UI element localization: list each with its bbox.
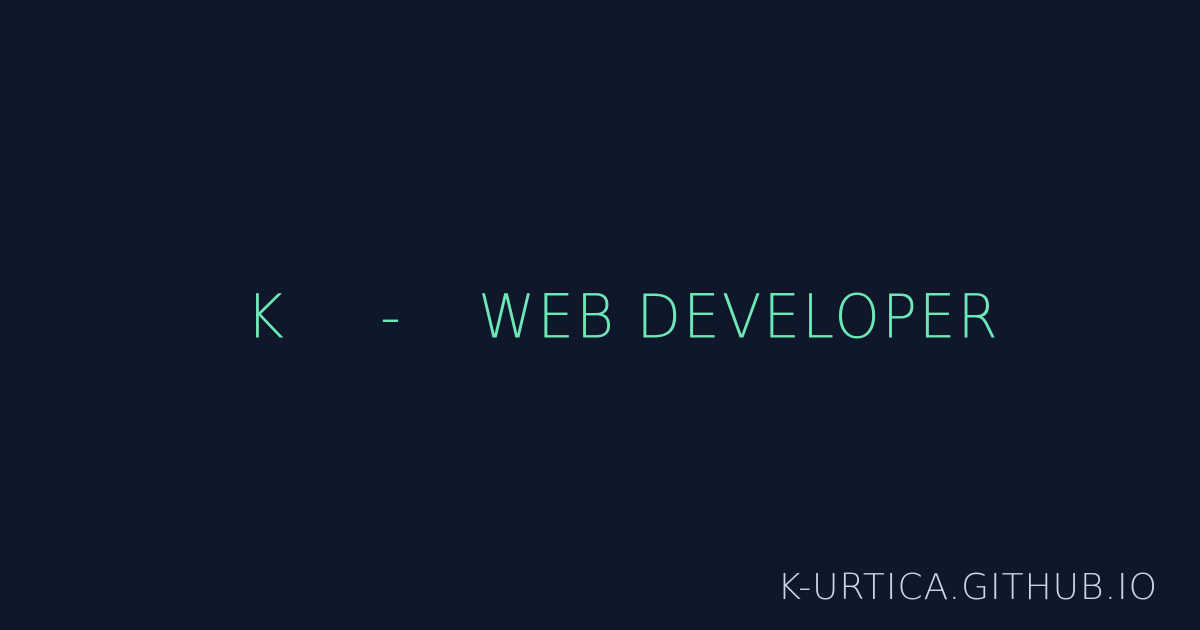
social-card: K - WEB DEVELOPER K-URTICA.GITHUB.IO: [0, 0, 1200, 630]
headline-role: WEB DEVELOPER: [478, 281, 1000, 353]
headline-initial: K: [246, 281, 287, 353]
site-domain: K-URTICA.GITHUB.IO: [777, 567, 1158, 608]
headline: K - WEB DEVELOPER: [0, 280, 1200, 352]
headline-separator: -: [380, 281, 403, 353]
